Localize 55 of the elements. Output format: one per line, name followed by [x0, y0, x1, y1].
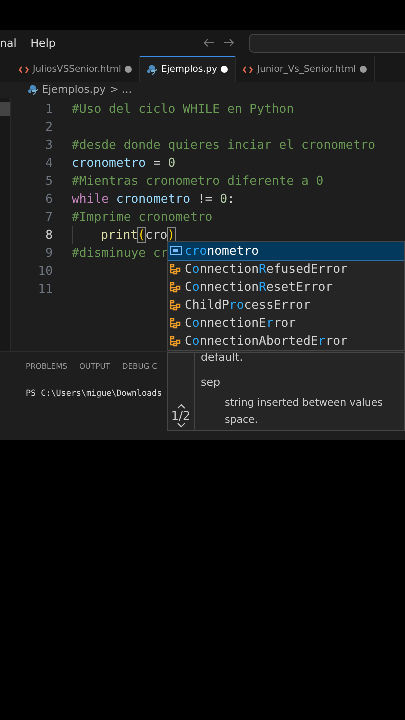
- tab-label: Junior_Vs_Senior.html: [257, 64, 356, 75]
- code-icon: [243, 66, 254, 74]
- class-icon: [170, 282, 182, 292]
- code-line: #disminuye cr: [72, 246, 168, 260]
- code-icon: [19, 66, 29, 74]
- code-line: while cronometro != 0:: [72, 192, 235, 206]
- python-icon: [28, 85, 38, 95]
- line-number: 3: [44, 138, 54, 152]
- tab-label: Ejemplos.py: [161, 64, 218, 75]
- code-line: cronometro = 0: [72, 156, 176, 170]
- line-number: 2: [44, 120, 54, 134]
- line-number: 5: [44, 174, 54, 188]
- class-icon: [170, 318, 182, 328]
- breadcrumb-file[interactable]: Ejemplos.py: [42, 84, 106, 96]
- code-line: print(cro): [101, 228, 176, 242]
- code-line: #Mientras cronometro diferente a 0: [72, 174, 324, 188]
- hint-text: sep: [201, 376, 220, 389]
- suggestion-item[interactable]: ConnectionE r ror: [168, 314, 404, 332]
- hint-text: string inserted between values: [225, 398, 383, 409]
- breadcrumb-more[interactable]: > ...: [110, 84, 132, 96]
- class-icon: [170, 336, 182, 346]
- back-arrow-icon[interactable]: [203, 38, 215, 48]
- code-line: #desde donde quieres inciar el cronometro: [72, 138, 376, 152]
- class-icon: [170, 264, 182, 274]
- line-number: 9: [44, 246, 54, 260]
- code-line: #Uso del ciclo WHILE en Python: [72, 102, 294, 116]
- line-number: 10: [37, 264, 54, 278]
- code-line: #Imprime cronometro: [72, 210, 213, 224]
- chevron-down-icon[interactable]: [176, 423, 186, 428]
- page-counter: 1/2: [171, 409, 191, 423]
- line-number: 8: [44, 228, 54, 242]
- chevron-up-icon[interactable]: [176, 404, 186, 409]
- hint-text: default.: [201, 353, 244, 364]
- hint-text: space.: [225, 415, 258, 426]
- search-field[interactable]: [249, 34, 405, 52]
- terminal-prompt: PS C:\Users\migue\Downloads: [26, 388, 164, 398]
- suggestion-item[interactable]: ChildP rocessError: [168, 296, 404, 314]
- class-icon: [170, 300, 182, 310]
- suggestion-item[interactable]: ConnectionResetError: [168, 278, 404, 296]
- line-number: 11: [37, 282, 54, 296]
- suggestion-item[interactable]: cronometro: [168, 242, 404, 260]
- python-icon: [147, 64, 158, 74]
- variable-icon: [170, 246, 182, 256]
- suggestion-item[interactable]: ConnectionAbortedE rror: [168, 332, 404, 350]
- suggestion-item[interactable]: ConnectionRefusedError: [168, 260, 404, 278]
- menu-item[interactable]: nal: [0, 36, 17, 50]
- tab-label: JuliosVSSenior.html: [33, 64, 122, 75]
- line-number: 4: [44, 156, 54, 170]
- forward-arrow-icon[interactable]: [223, 38, 235, 48]
- line-number: 1: [44, 102, 54, 116]
- editor-tab[interactable]: Ejemplos.py: [140, 56, 236, 82]
- menu-item[interactable]: Help: [30, 36, 56, 50]
- activity-marker: [0, 102, 10, 116]
- line-number: 6: [44, 192, 54, 206]
- line-number: 7: [44, 210, 54, 224]
